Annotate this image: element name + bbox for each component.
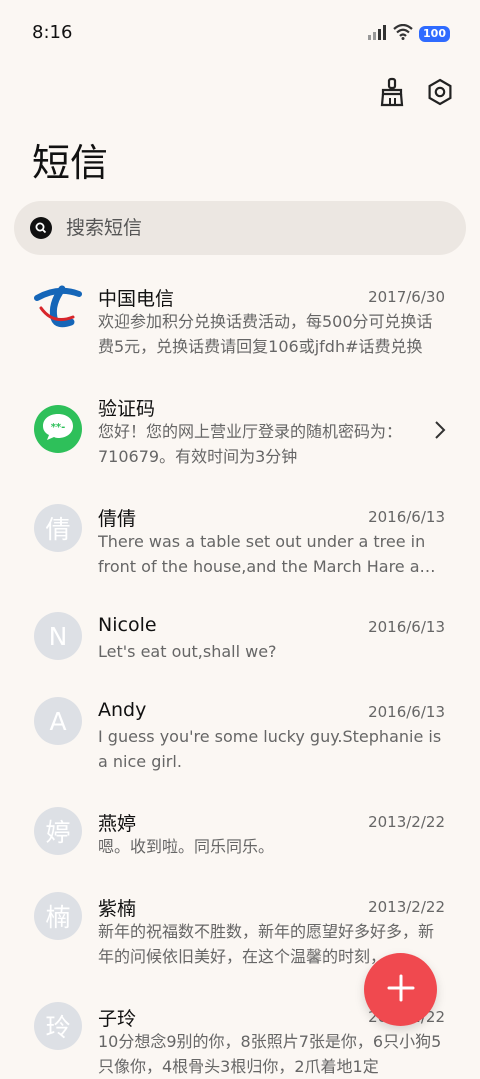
message-date: 2017/6/30 [368,288,445,306]
message-date: 2016/6/13 [368,618,445,636]
avatar: **- [34,405,82,453]
sender-name: 倩倩 [98,508,137,530]
message-preview: 嗯。收到啦。同乐同乐。 [98,837,275,856]
status-icons: 100 [367,23,450,44]
message-item[interactable]: 婷 燕婷 2013/2/22 嗯。收到啦。同乐同乐。 [0,795,480,870]
message-item[interactable]: A Andy 2016/6/13 I guess you're some luc… [0,685,480,785]
message-date: 2016/6/13 [368,508,445,526]
page-title: 短信 [32,141,109,185]
chevron-right-icon[interactable] [434,420,446,444]
avatar: 玲 [34,1002,82,1050]
message-preview: Let's eat out,shall we? [98,642,277,661]
avatar [34,284,82,332]
message-preview: 欢迎参加积分兑换话费活动，每500分可兑换话费5元，兑换话费请回复106或jfd… [98,312,433,356]
message-date: 2013/2/22 [368,813,445,831]
sender-name: 燕婷 [98,813,137,835]
clean-brush-button[interactable] [376,77,408,111]
battery-indicator: 100 [419,26,450,42]
avatar: N [34,612,82,660]
message-item[interactable]: N Nicole 2016/6/13 Let's eat out,shall w… [0,600,480,675]
clean-brush-icon [378,77,406,111]
message-preview: I guess you're some lucky guy.Stephanie … [98,727,442,771]
avatar: A [34,697,82,745]
message-item[interactable]: 中国电信 2017/6/30 欢迎参加积分兑换话费活动，每500分可兑换话费5元… [0,270,480,370]
message-item[interactable]: **- 验证码 您好！您的网上营业厅登录的随机密码为：710679。有效时间为3… [0,380,480,480]
message-item[interactable]: 倩 倩倩 2016/6/13 There was a table set out… [0,490,480,590]
verification-code-icon: **- [41,412,75,446]
status-bar: 8:16 100 [0,0,480,64]
avatar: 楠 [34,892,82,940]
signal-icon [367,24,387,44]
message-preview: 10分想念9别的你，8张照片7张是你，6只小狗5只像你，4根骨头3根归你，2爪着… [98,1032,442,1076]
search-input[interactable] [64,216,448,240]
avatar: 婷 [34,807,82,855]
sender-name: Andy [98,699,147,721]
settings-button[interactable] [424,78,456,110]
message-preview: 您好！您的网上营业厅登录的随机密码为：710679。有效时间为3分钟 [98,422,403,466]
wifi-icon [393,23,413,44]
china-telecom-logo-icon [33,281,83,335]
message-date: 2016/6/13 [368,703,445,721]
sender-name: 子玲 [98,1008,137,1030]
new-message-button[interactable] [364,953,437,1026]
message-date: 2013/2/22 [368,898,445,916]
search-bar[interactable] [14,201,466,255]
top-toolbar [376,77,456,111]
status-time: 8:16 [32,22,73,43]
search-icon [30,217,52,239]
sender-name: 紫楠 [98,898,137,920]
plus-icon [386,973,416,1007]
settings-icon [426,78,454,110]
sender-name: 中国电信 [98,288,175,310]
message-preview: There was a table set out under a tree i… [98,532,440,576]
sender-name: Nicole [98,614,157,636]
sender-name: 验证码 [98,398,156,420]
svg-text:**-: **- [51,422,66,433]
avatar: 倩 [34,504,82,552]
